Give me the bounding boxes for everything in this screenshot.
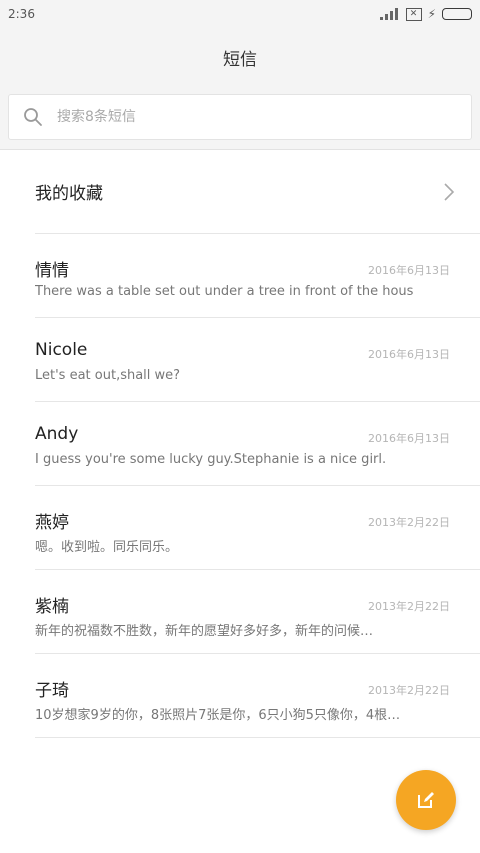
signal-icon (379, 8, 400, 20)
favorites-label: 我的收藏 (35, 184, 103, 204)
message-date: 2013年2月22日 (368, 516, 450, 529)
message-preview: 10岁想家9岁的你，8张照片7张是你，6只小狗5只像你，4根… (35, 708, 401, 723)
status-icons: ✕ ⚡ (379, 7, 472, 21)
search-container (0, 86, 480, 150)
message-preview: 嗯。收到啦。同乐同乐。 (35, 540, 179, 555)
conversation-item[interactable]: 子琦 2013年2月22日 10岁想家9岁的你，8张照片7张是你，6只小狗5只像… (35, 654, 480, 738)
message-preview: Let's eat out,shall we? (35, 368, 181, 383)
message-date: 2016年6月13日 (368, 264, 450, 277)
charging-icon: ⚡ (427, 7, 436, 21)
compose-icon (418, 792, 434, 808)
message-preview: 新年的祝福数不胜数，新年的愿望好多好多，新年的问候… (35, 624, 374, 639)
contact-name: 紫楠 (35, 597, 69, 617)
message-date: 2016年6月13日 (368, 348, 450, 361)
conversation-item[interactable]: 紫楠 2013年2月22日 新年的祝福数不胜数，新年的愿望好多好多，新年的问候… (35, 570, 480, 654)
message-date: 2013年2月22日 (368, 684, 450, 697)
contact-name: Andy (35, 424, 79, 444)
status-bar: 2:36 ✕ ⚡ (0, 0, 480, 28)
search-input[interactable] (55, 108, 439, 126)
app-bar: 短信 (0, 28, 480, 86)
search-box[interactable] (8, 94, 472, 140)
no-sim-icon: ✕ (405, 7, 422, 21)
page-title: 短信 (223, 49, 257, 70)
contact-name: 燕婷 (35, 513, 69, 533)
compose-button[interactable] (396, 770, 456, 830)
favorites-item[interactable]: 我的收藏 (35, 150, 480, 234)
conversation-list: 我的收藏 情情 2016年6月13日 There was a table set… (0, 150, 480, 738)
contact-name: Nicole (35, 340, 88, 360)
message-date: 2016年6月13日 (368, 432, 450, 445)
contact-name: 子琦 (35, 681, 69, 701)
message-preview: There was a table set out under a tree i… (35, 284, 414, 299)
contact-name: 情情 (35, 261, 69, 281)
message-date: 2013年2月22日 (368, 600, 450, 613)
conversation-item[interactable]: Andy 2016年6月13日 I guess you're some luck… (35, 402, 480, 486)
message-preview: I guess you're some lucky guy.Stephanie … (35, 452, 387, 467)
status-time: 2:36 (8, 7, 35, 21)
conversation-item[interactable]: 情情 2016年6月13日 There was a table set out … (35, 234, 480, 318)
search-icon (24, 108, 42, 126)
battery-icon (442, 8, 472, 20)
chevron-right-icon (444, 182, 455, 201)
conversation-item[interactable]: 燕婷 2013年2月22日 嗯。收到啦。同乐同乐。 (35, 486, 480, 570)
conversation-item[interactable]: Nicole 2016年6月13日 Let's eat out,shall we… (35, 318, 480, 402)
